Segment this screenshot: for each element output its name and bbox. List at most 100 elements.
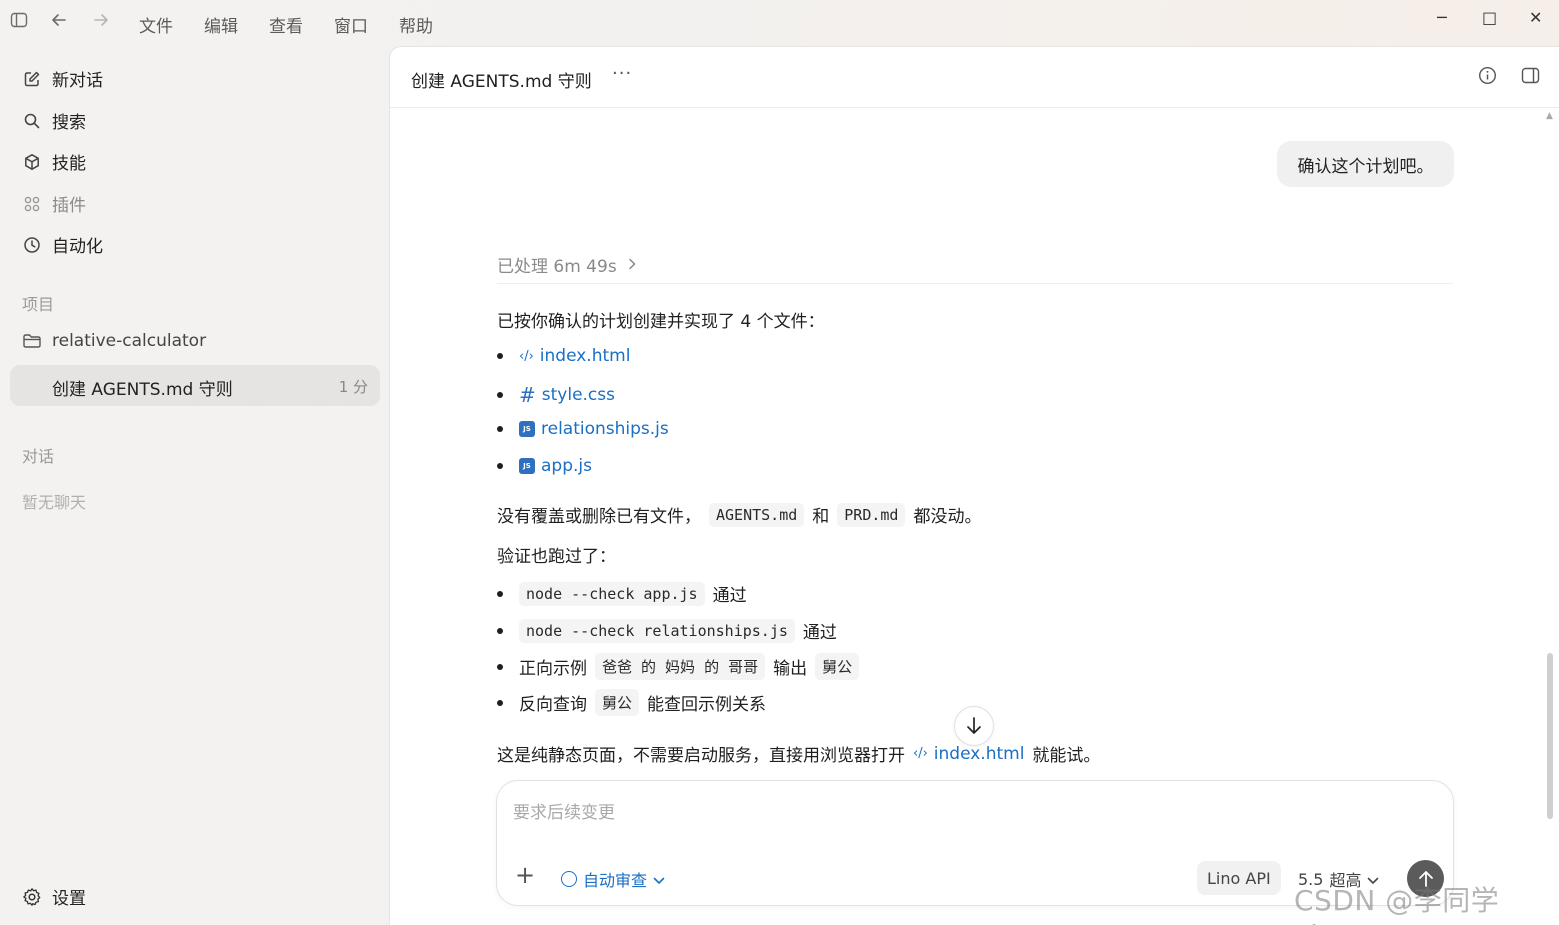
bullet-dot xyxy=(497,392,503,398)
file-link-app[interactable]: JS app.js xyxy=(519,456,592,476)
example-text: 能查回示例关系 xyxy=(647,695,767,715)
inline-code: AGENTS.md xyxy=(709,502,805,527)
cube-icon xyxy=(22,153,42,171)
scroll-up-arrow-icon[interactable]: ▲ xyxy=(1546,111,1553,121)
chats-section-label: 对话 xyxy=(22,447,55,466)
bullet-dot xyxy=(497,663,503,670)
bullet-dot xyxy=(497,590,503,597)
file-name: app.js xyxy=(541,456,592,476)
no-overwrite-line: 没有覆盖或删除已有文件， AGENTS.md 和 PRD.md 都没动。 xyxy=(497,502,981,527)
settings-label: 设置 xyxy=(52,889,86,909)
no-overwrite-suffix: 都没动。 xyxy=(913,507,982,527)
code-icon: ‹/› xyxy=(519,348,534,364)
bullet-dot xyxy=(497,699,503,706)
panel-toggle-icon[interactable] xyxy=(1521,66,1540,90)
user-message-bubble: 确认这个计划吧。 xyxy=(1277,141,1454,187)
sidebar-item-label: 自动化 xyxy=(52,237,103,257)
js-file-icon: JS xyxy=(519,421,535,437)
close-button[interactable]: ✕ xyxy=(1529,8,1542,27)
processed-toggle[interactable]: 已处理 6m 49s xyxy=(497,252,637,277)
list-item: ‹/› index.html xyxy=(497,346,630,366)
inline-code: node --check relationships.js xyxy=(519,618,795,643)
closing-prefix: 这是纯静态页面，不需要启动服务，直接用浏览器打开 xyxy=(497,746,905,766)
verified-text: 验证也跑过了： xyxy=(497,547,616,567)
grid-icon xyxy=(22,195,42,213)
inline-code: 舅公 xyxy=(815,653,860,680)
file-link-relationships[interactable]: JS relationships.js xyxy=(519,419,669,439)
list-item: 正向示例 爸爸 的 妈妈 的 哥哥 输出 舅公 xyxy=(497,653,860,680)
auto-review-label: 自动审查 xyxy=(583,871,648,890)
minimize-button[interactable]: ─ xyxy=(1437,8,1447,27)
sidebar-item-label: 插件 xyxy=(52,196,86,216)
sidebar-toggle-icon[interactable] xyxy=(10,11,28,34)
watermark: CSDN @李同学Lino xyxy=(1294,884,1500,925)
inline-code: 爸爸 的 妈妈 的 哥哥 xyxy=(595,653,766,680)
chevron-down-icon xyxy=(653,870,665,889)
file-link-index[interactable]: ‹/› index.html xyxy=(519,346,630,366)
file-link-style[interactable]: # style.css xyxy=(519,383,615,407)
sidebar-item-automation[interactable]: 自动化 xyxy=(22,232,103,257)
bullet-dot xyxy=(497,627,503,634)
sidebar-item-skills[interactable]: 技能 xyxy=(22,149,86,174)
example-label: 正向示例 xyxy=(519,659,587,679)
file-name: style.css xyxy=(541,385,615,405)
add-attachment-button[interactable]: + xyxy=(515,861,535,889)
menu-window[interactable]: 窗口 xyxy=(334,12,368,37)
gear-icon xyxy=(22,887,42,907)
inline-code: 舅公 xyxy=(595,689,640,716)
processed-label: 已处理 6m 49s xyxy=(497,257,617,277)
info-icon[interactable] xyxy=(1478,66,1497,90)
more-options-button[interactable]: ··· xyxy=(612,63,632,84)
intro-text: 已按你确认的计划创建并实现了 4 个文件： xyxy=(497,312,825,332)
example-label: 反向查询 xyxy=(519,695,587,715)
file-name: index.html xyxy=(933,743,1025,764)
divider xyxy=(497,283,1453,284)
check-result: 通过 xyxy=(802,623,837,643)
bullet-dot xyxy=(497,426,503,432)
arrow-down-icon xyxy=(967,717,981,734)
api-selector[interactable]: Lino API xyxy=(1197,861,1281,895)
scrollbar-thumb[interactable] xyxy=(1547,653,1553,819)
scroll-to-bottom-button[interactable] xyxy=(954,706,994,746)
menu-help[interactable]: 帮助 xyxy=(399,12,433,37)
menu-view[interactable]: 查看 xyxy=(269,12,303,37)
sidebar-item-plugins[interactable]: 插件 xyxy=(22,191,86,216)
back-arrow-icon[interactable] xyxy=(50,11,68,34)
project-name: relative-calculator xyxy=(52,331,207,351)
list-item: JS app.js xyxy=(497,456,592,476)
sidebar-item-label: 搜索 xyxy=(52,113,86,133)
chat-item-active[interactable]: 创建 AGENTS.md 守则 1 分 xyxy=(10,365,380,406)
sidebar-item-search[interactable]: 搜索 xyxy=(22,108,86,133)
js-file-icon: JS xyxy=(519,458,535,474)
sidebar-item-label: 技能 xyxy=(52,154,86,174)
folder-icon xyxy=(22,332,42,350)
list-item: # style.css xyxy=(497,383,615,407)
sidebar-item-new-chat[interactable]: 新对话 xyxy=(22,66,103,91)
hash-icon: # xyxy=(519,383,536,407)
no-chats-text: 暂无聊天 xyxy=(22,493,87,512)
maximize-button[interactable]: □ xyxy=(1482,8,1497,27)
check-result: 通过 xyxy=(712,586,747,606)
bullet-dot xyxy=(497,353,503,359)
main-panel: 创建 AGENTS.md 守则 ··· ▲ 确认这个计划吧。 已处理 6m 49… xyxy=(389,46,1559,925)
file-name: relationships.js xyxy=(541,419,669,439)
closing-suffix: 就能试。 xyxy=(1032,746,1101,766)
list-item: JS relationships.js xyxy=(497,419,669,439)
auto-review-dropdown[interactable]: 自动审查 xyxy=(561,867,665,891)
sidebar-item-label: 新对话 xyxy=(52,71,103,91)
settings-button[interactable]: 设置 xyxy=(22,884,86,909)
inline-code: PRD.md xyxy=(837,502,906,527)
chat-item-title: 创建 AGENTS.md 守则 xyxy=(52,380,233,400)
no-overwrite-prefix: 没有覆盖或删除已有文件， xyxy=(497,507,701,527)
menu-file[interactable]: 文件 xyxy=(139,12,173,37)
composer-placeholder: 要求后续变更 xyxy=(513,803,615,823)
projects-section-label: 项目 xyxy=(22,295,55,314)
search-icon xyxy=(22,112,42,130)
file-link-index-inline[interactable]: ‹/› index.html xyxy=(913,744,1024,764)
project-folder[interactable]: relative-calculator xyxy=(22,331,206,351)
forward-arrow-icon[interactable] xyxy=(92,11,110,34)
review-icon xyxy=(561,871,577,887)
menu-edit[interactable]: 编辑 xyxy=(204,12,238,37)
list-item: node --check app.js 通过 xyxy=(497,581,747,606)
chevron-right-icon xyxy=(627,255,637,275)
